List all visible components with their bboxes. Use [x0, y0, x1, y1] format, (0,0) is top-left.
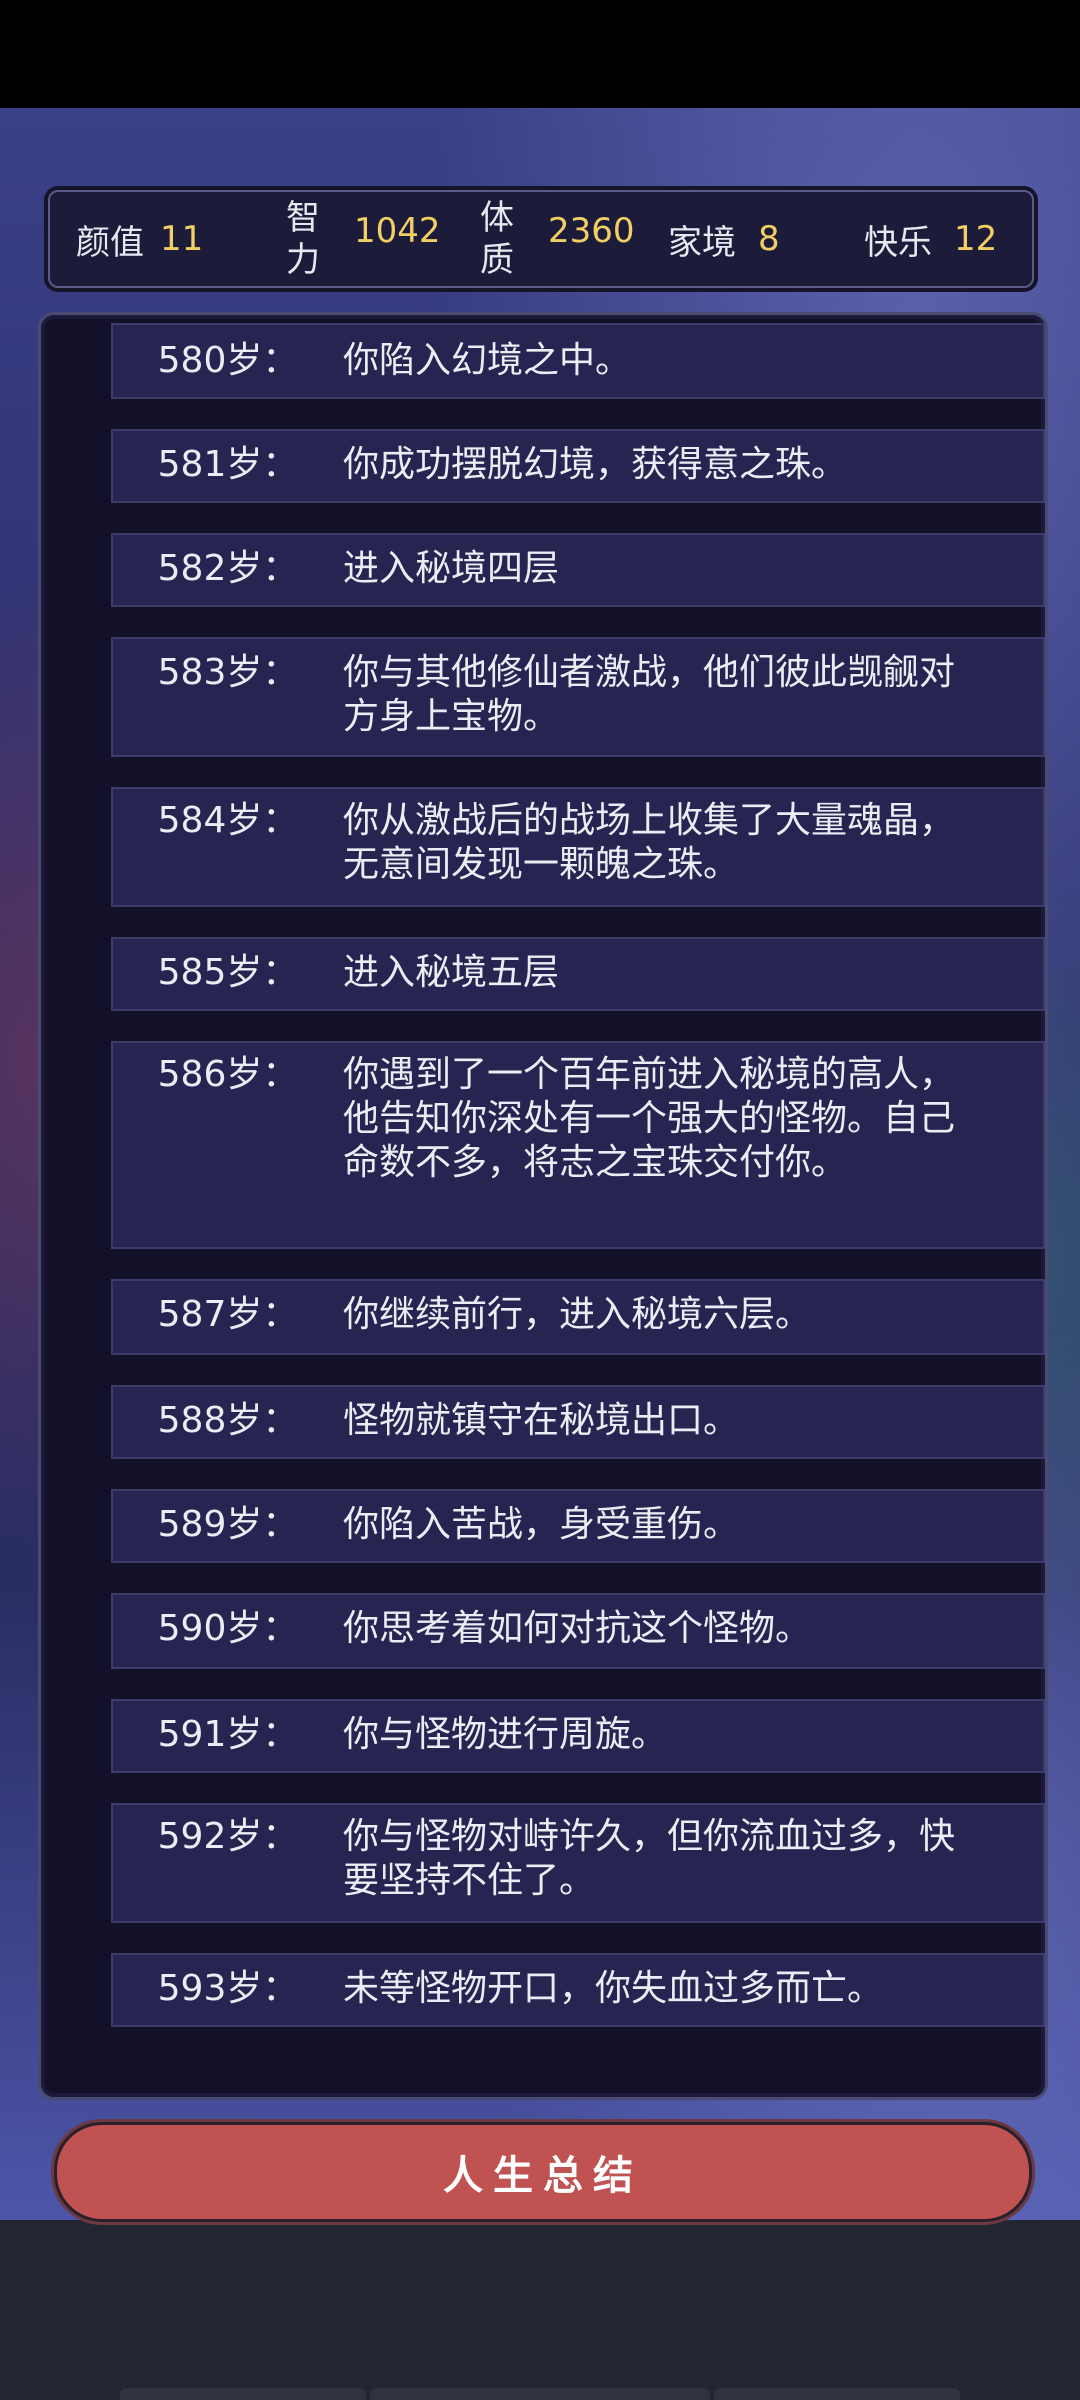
- log-entry: 586岁： 你遇到了一个百年前进入秘境的高人，他告知你深处有一个强大的怪物。自己…: [111, 1041, 1045, 1249]
- entry-age: 589岁：: [157, 1504, 299, 1545]
- log-entry: 591岁： 你与怪物进行周旋。: [111, 1699, 1045, 1773]
- log-entry: 583岁： 你与其他修仙者激战，他们彼此觊觎对方身上宝物。: [111, 637, 1045, 757]
- entry-age: 583岁：: [157, 652, 299, 693]
- entry-text: 你从激战后的战场上收集了大量魂晶，无意间发现一颗魄之珠。: [343, 800, 956, 885]
- entry-text: 你与怪物对峙许久，但你流血过多，快要坚持不住了。: [343, 1816, 956, 1901]
- entry-age: 581岁：: [157, 444, 299, 485]
- entry-text: 进入秘境四层: [343, 548, 560, 589]
- entry-age: 580岁：: [157, 340, 299, 381]
- stat-label: 智力: [286, 198, 320, 280]
- life-summary-label: 人生总结: [443, 2152, 643, 2199]
- stat-value: 11: [160, 219, 204, 259]
- stat-happiness: 快乐 12: [864, 192, 997, 286]
- stat-label: 家境: [668, 222, 736, 263]
- entry-age: 585岁：: [157, 952, 299, 993]
- bottom-area: [0, 2220, 1080, 2400]
- stat-value: 8: [758, 219, 780, 259]
- entry-text: 你继续前行，进入秘境六层。: [343, 1294, 812, 1335]
- stat-label: 体质: [480, 198, 514, 280]
- entry-age: 588岁：: [157, 1400, 299, 1441]
- log-entry: 589岁： 你陷入苦战，身受重伤。: [111, 1489, 1045, 1563]
- log-entry: 588岁： 怪物就镇守在秘境出口。: [111, 1385, 1045, 1459]
- entry-age: 587岁：: [157, 1294, 299, 1335]
- entry-text: 进入秘境五层: [343, 952, 560, 993]
- log-entry: 587岁： 你继续前行，进入秘境六层。: [111, 1279, 1045, 1355]
- entry-text: 怪物就镇守在秘境出口。: [343, 1400, 740, 1441]
- stat-appearance: 颜值 11: [76, 192, 203, 286]
- entry-text: 你陷入幻境之中。: [343, 340, 632, 381]
- log-entry: 581岁： 你成功摆脱幻境，获得意之珠。: [111, 429, 1045, 503]
- entry-age: 582岁：: [157, 548, 299, 589]
- entry-text: 未等怪物开口，你失血过多而亡。: [343, 1968, 884, 2009]
- stat-physique: 体质 2360: [480, 192, 635, 286]
- nav-bar-hint: [714, 2388, 960, 2400]
- entry-text: 你遇到了一个百年前进入秘境的高人，他告知你深处有一个强大的怪物。自己命数不多，将…: [343, 1054, 956, 1183]
- log-entry: 580岁： 你陷入幻境之中。: [111, 323, 1045, 399]
- nav-bar-hint: [370, 2388, 710, 2400]
- stat-value: 12: [954, 219, 998, 259]
- nav-bar-hint: [120, 2388, 366, 2400]
- log-entry: 584岁： 你从激战后的战场上收集了大量魂晶，无意间发现一颗魄之珠。: [111, 787, 1045, 907]
- log-entry: 590岁： 你思考着如何对抗这个怪物。: [111, 1593, 1045, 1669]
- attribute-stats-bar: 颜值 11 智力 1042 体质 2360 家境 8 快乐 12: [48, 190, 1034, 288]
- entry-text: 你成功摆脱幻境，获得意之珠。: [343, 444, 848, 485]
- entry-text: 你陷入苦战，身受重伤。: [343, 1504, 740, 1545]
- entry-text: 你思考着如何对抗这个怪物。: [343, 1608, 812, 1649]
- log-entry: 592岁： 你与怪物对峙许久，但你流血过多，快要坚持不住了。: [111, 1803, 1045, 1923]
- log-entry: 582岁： 进入秘境四层: [111, 533, 1045, 607]
- entry-age: 591岁：: [157, 1714, 299, 1755]
- entry-age: 590岁：: [157, 1608, 299, 1649]
- log-entry: 585岁： 进入秘境五层: [111, 937, 1045, 1011]
- status-bar: [0, 0, 1080, 108]
- entry-age: 592岁：: [157, 1816, 299, 1857]
- entry-age: 584岁：: [157, 800, 299, 841]
- stat-intelligence: 智力 1042: [286, 192, 441, 286]
- stat-value: 2360: [548, 211, 635, 251]
- entry-age: 586岁：: [157, 1054, 299, 1095]
- entry-age: 593岁：: [157, 1968, 299, 2009]
- entry-text: 你与怪物进行周旋。: [343, 1714, 668, 1755]
- life-summary-button[interactable]: 人生总结: [54, 2122, 1032, 2222]
- life-event-log[interactable]: 580岁： 你陷入幻境之中。 581岁： 你成功摆脱幻境，获得意之珠。 582岁…: [38, 312, 1048, 2100]
- entry-text: 你与其他修仙者激战，他们彼此觊觎对方身上宝物。: [343, 652, 956, 737]
- stat-value: 1042: [354, 211, 441, 251]
- log-entry: 593岁： 未等怪物开口，你失血过多而亡。: [111, 1953, 1045, 2027]
- stat-family: 家境 8: [668, 192, 780, 286]
- stat-label: 颜值: [76, 222, 144, 263]
- stat-label: 快乐: [864, 222, 932, 263]
